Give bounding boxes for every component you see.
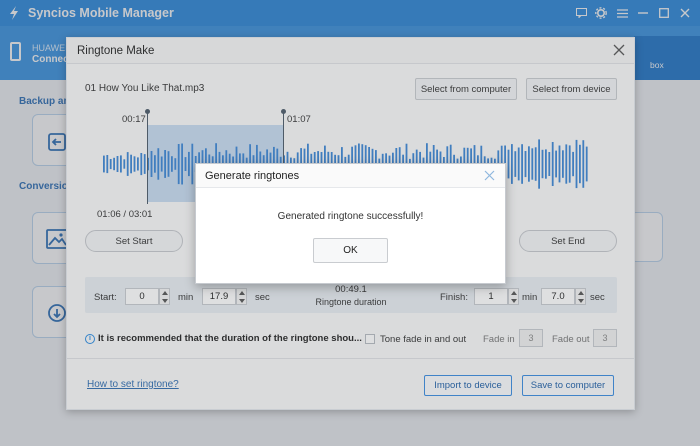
waveform-bar bbox=[157, 148, 160, 180]
waveform-bar bbox=[184, 157, 187, 171]
finish-seconds-input[interactable]: 7.0 bbox=[541, 288, 575, 305]
waveform-bar bbox=[126, 152, 129, 176]
waveform-bar bbox=[171, 156, 173, 172]
waveform-bar bbox=[116, 156, 119, 172]
waveform-bar bbox=[551, 142, 554, 186]
waveform-bar bbox=[548, 152, 551, 176]
waveform-bar bbox=[167, 151, 170, 177]
playback-position: 01:06 / 03:01 bbox=[97, 209, 153, 220]
fade-in-input[interactable]: 3 bbox=[519, 329, 543, 347]
finish-minutes-spinner[interactable] bbox=[508, 288, 519, 305]
finish-seconds-spinner[interactable] bbox=[575, 288, 586, 305]
waveform-bar bbox=[528, 146, 530, 182]
dialog-footer-divider bbox=[67, 358, 634, 359]
end-marker-time: 01:07 bbox=[287, 114, 311, 125]
how-to-set-ringtone-link[interactable]: How to set ringtone? bbox=[87, 379, 179, 390]
start-marker-time: 00:17 bbox=[122, 114, 146, 125]
finish-label: Finish: bbox=[440, 292, 468, 303]
waveform-bar bbox=[517, 147, 520, 181]
set-start-button[interactable]: Set Start bbox=[85, 230, 183, 252]
waveform-bar bbox=[575, 139, 578, 189]
waveform-bar bbox=[130, 154, 132, 174]
fade-checkbox-label: Tone fade in and out bbox=[380, 334, 467, 345]
generate-ringtones-dialog: Generate ringtones Generated ringtone su… bbox=[195, 163, 506, 284]
waveform-bar bbox=[582, 140, 585, 188]
waveform-bar bbox=[181, 143, 183, 185]
save-to-computer-button[interactable]: Save to computer bbox=[522, 375, 614, 396]
fade-out-label: Fade out bbox=[552, 334, 590, 345]
ok-button[interactable]: OK bbox=[313, 238, 388, 263]
generate-dialog-close-icon[interactable] bbox=[483, 169, 496, 182]
waveform-bar bbox=[514, 151, 517, 177]
import-to-device-button[interactable]: Import to device bbox=[424, 375, 512, 396]
generate-dialog-titlebar: Generate ringtones bbox=[196, 164, 505, 188]
waveform-bar bbox=[538, 139, 540, 189]
waveform-bar bbox=[109, 159, 112, 170]
duration-recommendation-text: It is recommended that the duration of t… bbox=[98, 333, 362, 344]
fade-out-input[interactable]: 3 bbox=[593, 329, 617, 347]
fade-in-label: Fade in bbox=[483, 334, 515, 345]
waveform-bar bbox=[531, 148, 534, 180]
waveform-bar bbox=[558, 145, 561, 183]
waveform-bar bbox=[562, 150, 564, 178]
finish-min-unit: min bbox=[522, 292, 538, 303]
generate-dialog-title: Generate ringtones bbox=[205, 170, 300, 182]
waveform-bar bbox=[511, 144, 513, 184]
waveform-bar bbox=[154, 155, 156, 173]
finish-minutes-input[interactable]: 1 bbox=[474, 288, 508, 305]
waveform-bar bbox=[572, 151, 574, 177]
set-end-button[interactable]: Set End bbox=[519, 230, 617, 252]
waveform-bar bbox=[140, 153, 143, 176]
waveform-bar bbox=[120, 155, 122, 173]
waveform-bar bbox=[164, 150, 166, 178]
waveform-bar bbox=[191, 143, 194, 185]
waveform-bar bbox=[143, 154, 146, 174]
waveform-bar bbox=[103, 155, 105, 173]
waveform-bar bbox=[579, 144, 581, 184]
fade-checkbox[interactable] bbox=[365, 334, 375, 344]
waveform-bar bbox=[568, 145, 571, 183]
waveform-bar bbox=[565, 144, 568, 184]
waveform-bar bbox=[174, 158, 177, 170]
generate-success-message: Generated ringtone successfully! bbox=[277, 211, 424, 222]
waveform-bar bbox=[534, 147, 537, 181]
waveform-bar bbox=[137, 157, 139, 171]
waveform-bar bbox=[585, 146, 588, 182]
waveform-bar bbox=[555, 150, 557, 178]
waveform-bar bbox=[541, 149, 544, 179]
waveform-bar bbox=[545, 149, 547, 179]
waveform-bar bbox=[150, 151, 153, 177]
info-icon: i bbox=[85, 334, 95, 344]
waveform-bar bbox=[521, 144, 523, 184]
waveform-bar bbox=[113, 157, 115, 171]
waveform-bar bbox=[188, 151, 190, 177]
finish-sec-unit: sec bbox=[590, 292, 605, 303]
waveform-bar bbox=[177, 144, 180, 185]
waveform-bar bbox=[507, 149, 510, 179]
waveform-bar bbox=[123, 159, 126, 169]
waveform-bar bbox=[106, 155, 109, 174]
waveform-bar bbox=[524, 151, 527, 178]
start-marker-line[interactable] bbox=[147, 112, 148, 204]
waveform-bar bbox=[160, 156, 163, 172]
waveform-bar bbox=[133, 156, 136, 172]
